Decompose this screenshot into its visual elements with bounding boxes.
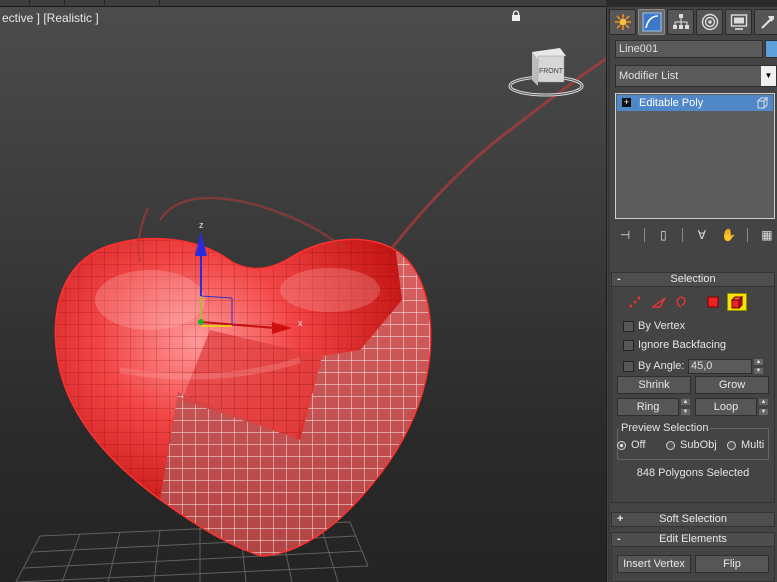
selection-status-text: 848 Polygons Selected <box>636 467 750 479</box>
shrink-button[interactable]: Shrink <box>617 376 691 394</box>
command-panel-tabs <box>609 9 777 35</box>
heart-mesh[interactable] <box>40 230 440 570</box>
preview-subobj-label: SubObj <box>680 439 717 451</box>
modifier-list-label: Modifier List <box>619 70 679 82</box>
preview-subobj-radio[interactable] <box>666 441 675 450</box>
modifier-list-dropdown[interactable]: Modifier List ▼ <box>615 65 777 87</box>
motion-icon <box>701 13 718 31</box>
ignore-backfacing-label: Ignore Backfacing <box>638 339 727 351</box>
hierarchy-icon <box>672 14 689 29</box>
polygon-mode-icon[interactable] <box>705 294 721 310</box>
poly-object-icon <box>757 97 769 109</box>
perspective-viewport[interactable]: z x FRONT ective ] [Realistic ] <box>0 7 606 582</box>
utilities-icon <box>760 16 774 29</box>
grow-button[interactable]: Grow <box>695 376 769 394</box>
configure-modifier-sets-icon[interactable]: ▦ <box>759 227 775 243</box>
edit-elements-rollout-header[interactable]: - Edit Elements <box>611 532 775 547</box>
tab-motion[interactable] <box>696 9 723 35</box>
ring-button[interactable]: Ring <box>617 398 679 416</box>
angle-spinner[interactable]: ▲ ▼ <box>754 359 763 374</box>
viewport-scene: z x FRONT <box>15 48 606 582</box>
by-angle-checkbox[interactable] <box>623 361 634 372</box>
tab-modify[interactable] <box>638 9 665 35</box>
make-unique-icon[interactable]: ∀ <box>694 227 710 243</box>
by-vertex-label: By Vertex <box>638 320 686 332</box>
preview-selection-title: Preview Selection <box>619 422 711 434</box>
preview-multi-radio[interactable] <box>727 441 736 450</box>
toolbar-segment[interactable] <box>0 0 30 5</box>
by-angle-label: By Angle: <box>638 360 685 372</box>
insert-vertex-button[interactable]: Insert Vertex <box>617 555 691 573</box>
lock-icon[interactable] <box>511 10 521 22</box>
toolbar-segment[interactable] <box>65 0 105 5</box>
selection-rollout-title: Selection <box>670 273 716 285</box>
selection-rollout-header[interactable]: - Selection <box>611 272 775 287</box>
stack-item-editable-poly[interactable]: + Editable Poly <box>617 95 773 111</box>
soft-selection-title: Soft Selection <box>659 513 727 525</box>
expand-icon[interactable]: + <box>622 98 631 107</box>
viewcube[interactable]: FRONT <box>508 48 584 97</box>
viewport-label[interactable]: ective ] [Realistic ] <box>2 11 99 25</box>
tab-create[interactable] <box>609 9 636 35</box>
object-color-swatch[interactable] <box>765 40 777 58</box>
element-mode-icon[interactable] <box>727 293 747 311</box>
preview-off-radio[interactable] <box>617 441 626 450</box>
ring-spinner[interactable]: ▲ ▼ <box>681 399 690 415</box>
preview-off-label: Off <box>631 439 646 451</box>
stack-toolbar: ⊣ ▯ ∀ ✋ ▦ <box>617 226 775 244</box>
soft-selection-rollout-header[interactable]: + Soft Selection <box>611 512 775 527</box>
remove-modifier-icon[interactable]: ✋ <box>721 227 737 243</box>
pin-stack-icon[interactable]: ⊣ <box>617 227 633 243</box>
ignore-backfacing-checkbox[interactable] <box>623 340 634 351</box>
preview-multi-label: Multi <box>741 439 765 451</box>
border-mode-icon[interactable] <box>673 294 689 310</box>
object-name-field[interactable]: Line001 <box>615 40 763 58</box>
gizmo-axis-label: z <box>199 220 204 230</box>
flip-button[interactable]: Flip <box>695 555 769 573</box>
viewcube-face-label: FRONT <box>539 68 564 75</box>
tab-utilities[interactable] <box>754 9 777 35</box>
loop-spinner[interactable]: ▲ ▼ <box>759 399 768 415</box>
chevron-down-icon[interactable]: ▼ <box>761 66 776 86</box>
edit-elements-title: Edit Elements <box>659 533 727 545</box>
edge-mode-icon[interactable] <box>651 294 667 310</box>
annotation-scribble <box>390 57 606 249</box>
display-icon <box>730 14 747 30</box>
command-panel: Line001 Modifier List ▼ + Editable Poly … <box>606 7 777 582</box>
create-icon <box>614 14 631 30</box>
toolbar-segment[interactable] <box>105 0 160 5</box>
tab-display[interactable] <box>725 9 752 35</box>
show-end-result-icon[interactable]: ▯ <box>655 227 671 243</box>
by-vertex-checkbox[interactable] <box>623 321 634 332</box>
tab-hierarchy[interactable] <box>667 9 694 35</box>
toolbar-segment[interactable] <box>30 0 65 5</box>
modifier-stack[interactable]: + Editable Poly <box>615 93 775 219</box>
loop-button[interactable]: Loop <box>695 398 757 416</box>
vertex-mode-icon[interactable] <box>627 294 643 310</box>
stack-item-label: Editable Poly <box>639 97 704 109</box>
svg-text:x: x <box>298 318 303 328</box>
panel-scrollbar[interactable] <box>608 7 610 582</box>
angle-input[interactable]: 45,0 <box>688 359 752 374</box>
top-toolbar-strip <box>0 0 606 7</box>
modify-icon <box>642 12 661 32</box>
